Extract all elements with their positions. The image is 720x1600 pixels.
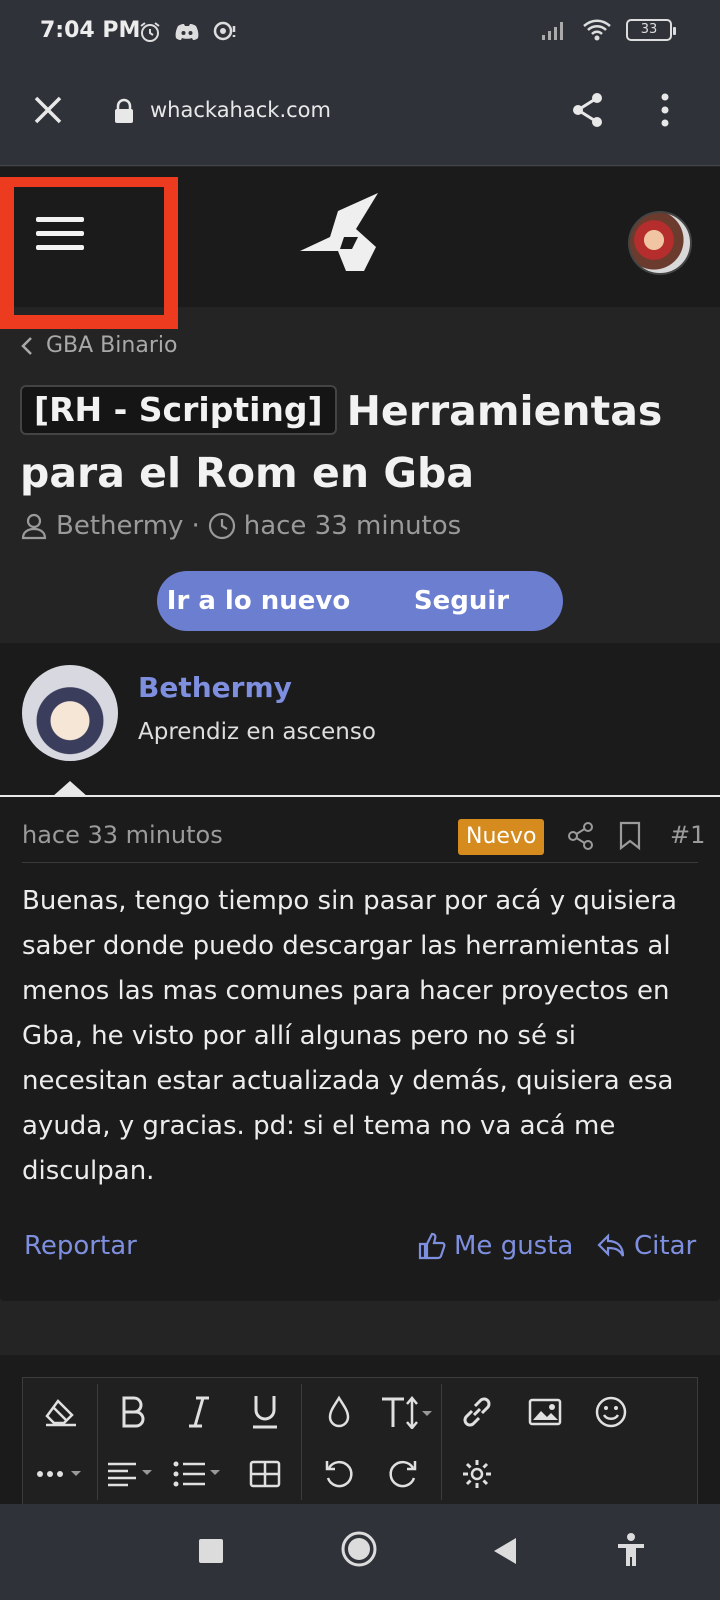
align-icon[interactable] — [105, 1450, 163, 1498]
go-to-new-button[interactable]: Ir a lo nuevo — [157, 571, 360, 631]
thread-author[interactable]: Bethermy — [56, 511, 183, 541]
reply-editor — [0, 1355, 720, 1505]
meta-separator: · — [191, 511, 200, 541]
recents-icon[interactable] — [198, 1538, 224, 1564]
reply-icon — [597, 1233, 625, 1257]
signal-icon — [542, 22, 563, 40]
clock-icon — [208, 512, 235, 540]
thumbs-up-icon — [418, 1232, 446, 1260]
bold-icon[interactable] — [109, 1388, 157, 1436]
thread-title: [RH - Scripting] Herramientas para el Rom… — [20, 380, 700, 504]
thread-time[interactable]: hace 33 minutos — [244, 511, 461, 541]
bookmark-icon[interactable] — [618, 821, 642, 851]
toolbar-separator — [301, 1384, 302, 1500]
image-icon[interactable] — [521, 1388, 569, 1436]
home-icon[interactable] — [340, 1530, 378, 1568]
follow-button[interactable]: Seguir — [360, 571, 563, 631]
menu-button[interactable] — [0, 177, 178, 329]
user-icon — [21, 513, 47, 540]
address-bar-url[interactable]: whackahack.com — [150, 98, 331, 122]
post-body: Buenas, tengo tiempo sin pasar por acá y… — [22, 886, 677, 1186]
back-icon[interactable] — [492, 1536, 518, 1566]
settings-icon[interactable] — [453, 1450, 501, 1498]
post-number[interactable]: #1 — [670, 821, 705, 849]
underline-icon[interactable] — [241, 1388, 289, 1436]
user-avatar[interactable] — [628, 211, 692, 275]
share-icon[interactable] — [568, 90, 608, 130]
text-color-icon[interactable] — [315, 1388, 363, 1436]
breadcrumb-label[interactable]: GBA Binario — [46, 333, 177, 358]
eraser-icon[interactable] — [37, 1388, 85, 1436]
status-system-icons: 33 — [540, 18, 676, 42]
status-bar: 7:04 PM 33 — [0, 0, 720, 68]
list-icon[interactable] — [171, 1450, 229, 1498]
post-author-avatar[interactable] — [22, 665, 118, 761]
thread-prefix[interactable]: [RH - Scripting] — [20, 385, 337, 435]
alarm-icon — [140, 22, 160, 42]
new-badge: Nuevo — [458, 819, 545, 855]
smiley-icon[interactable] — [587, 1388, 635, 1436]
discord-icon — [175, 24, 199, 40]
chat-icon — [213, 21, 236, 41]
more-tools-icon[interactable] — [33, 1450, 89, 1498]
site-header — [0, 167, 720, 329]
post-author-name[interactable]: Bethermy — [138, 671, 292, 704]
toolbar-separator — [441, 1384, 442, 1500]
more-options-icon[interactable] — [655, 90, 675, 130]
close-icon[interactable] — [28, 90, 68, 130]
post-author-title: Aprendiz en ascenso — [138, 719, 376, 745]
share-icon[interactable] — [567, 821, 595, 851]
site-logo[interactable] — [300, 193, 382, 273]
status-time: 7:04 PM — [40, 18, 141, 43]
toolbar-separator — [97, 1384, 98, 1500]
battery-icon: 33 — [626, 19, 676, 41]
hamburger-icon — [36, 217, 84, 259]
quote-button[interactable]: Citar — [596, 1231, 696, 1261]
accessibility-icon[interactable] — [616, 1532, 646, 1568]
editor-toolbar — [22, 1377, 698, 1505]
table-icon[interactable] — [241, 1450, 289, 1498]
thread-action-buttons: Ir a lo nuevo Seguir — [157, 571, 563, 631]
like-label: Me gusta — [454, 1231, 574, 1261]
italic-icon[interactable] — [175, 1388, 223, 1436]
wifi-icon — [583, 19, 611, 41]
post-user-info: Bethermy Aprendiz en ascenso — [0, 643, 720, 797]
report-link[interactable]: Reportar — [24, 1231, 137, 1261]
lock-icon — [115, 98, 133, 123]
post: Bethermy Aprendiz en ascenso hace 33 min… — [0, 643, 720, 1301]
system-navigation-bar — [0, 1504, 720, 1600]
font-size-icon[interactable] — [377, 1388, 439, 1436]
post-actions: Reportar Me gusta Citar — [22, 1231, 698, 1271]
redo-icon[interactable] — [379, 1450, 427, 1498]
post-meta: hace 33 minutos Nuevo #1 — [22, 819, 705, 863]
quote-label: Citar — [634, 1231, 697, 1261]
chevron-left-icon — [21, 336, 32, 355]
status-notification-icons — [138, 20, 238, 44]
thread-meta: Bethermy · hace 33 minutos — [20, 511, 461, 541]
undo-icon[interactable] — [315, 1450, 363, 1498]
link-icon[interactable] — [453, 1388, 501, 1436]
browser-toolbar: whackahack.com — [0, 68, 720, 166]
post-time[interactable]: hace 33 minutos — [22, 821, 223, 849]
like-button[interactable]: Me gusta — [418, 1231, 573, 1261]
user-info-pointer — [52, 781, 88, 797]
breadcrumb[interactable]: GBA Binario — [20, 333, 177, 358]
